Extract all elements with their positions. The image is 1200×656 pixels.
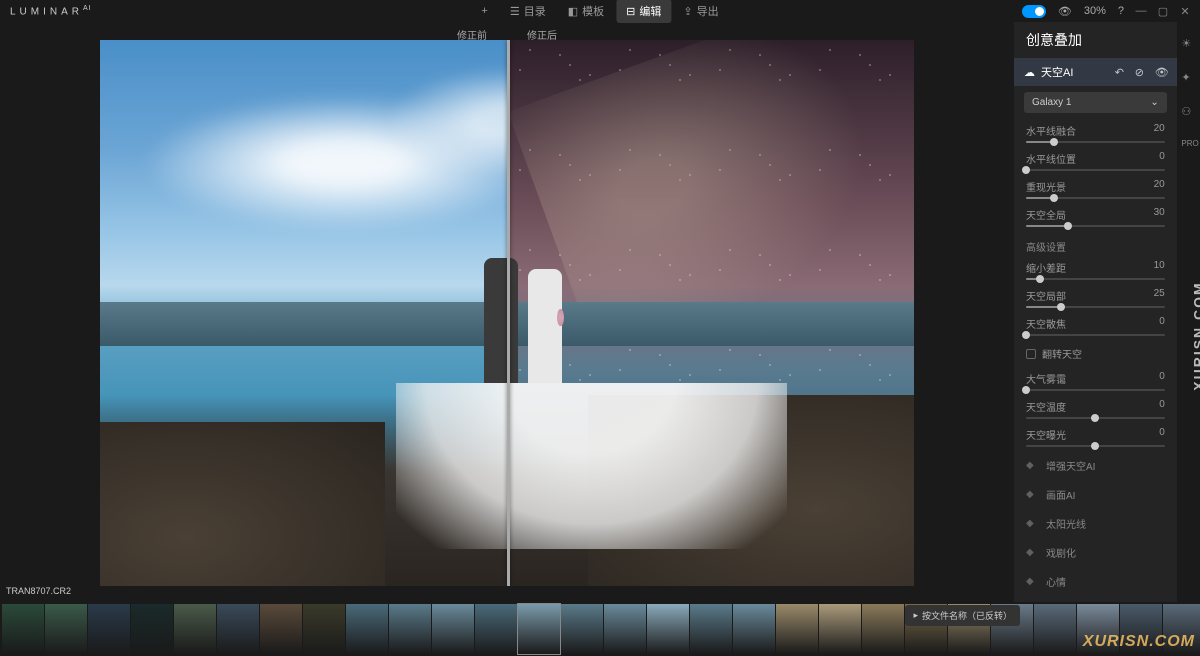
slider-天空局部[interactable]: 天空局部25 [1014, 284, 1177, 312]
advanced-label: 高级设置 [1014, 231, 1177, 256]
thumbnail[interactable] [1034, 604, 1076, 654]
thumbnail[interactable] [88, 604, 130, 654]
compare-toggle[interactable] [1022, 5, 1046, 18]
reset-icon[interactable]: ⊘ [1135, 66, 1147, 78]
slider-天空全局[interactable]: 天空全局30 [1014, 203, 1177, 231]
slider-天空温度[interactable]: 天空温度0 [1014, 395, 1177, 423]
app-logo: LUMINARAI [10, 5, 92, 17]
preview-image[interactable] [100, 40, 914, 586]
thumbnail[interactable] [2, 604, 44, 654]
slider-重现光景[interactable]: 重现光景20 [1014, 175, 1177, 203]
thumbnail[interactable] [518, 604, 560, 654]
catalog-tab[interactable]: ☰目录 [500, 0, 556, 23]
add-button[interactable]: + [471, 0, 497, 23]
thumbnail[interactable] [561, 604, 603, 654]
slider-水平线融合[interactable]: 水平线融合20 [1014, 119, 1177, 147]
slider-天空曝光[interactable]: 天空曝光0 [1014, 423, 1177, 451]
watermark-side: XURISN.COM [1190, 281, 1200, 390]
title-bar: LUMINARAI + ☰目录 ◧模板 ⊟编辑 ⇪导出 👁 30% ? — ▢ … [0, 0, 1200, 22]
slider-水平线位置[interactable]: 水平线位置0 [1014, 147, 1177, 175]
thumbnail[interactable] [45, 604, 87, 654]
chevron-icon: ⌄ [1150, 97, 1158, 108]
thumbnail[interactable] [733, 604, 775, 654]
slider-缩小差距[interactable]: 缩小差距10 [1014, 256, 1177, 284]
sparkle-icon[interactable]: ✦ [1181, 71, 1195, 85]
tool-心情[interactable]: ◆心情 [1014, 567, 1177, 596]
thumbnail[interactable] [432, 604, 474, 654]
person-icon[interactable]: ⚇ [1181, 105, 1195, 119]
close-icon[interactable]: ✕ [1180, 6, 1190, 16]
sort-button[interactable]: ▸按文件名称（已反转） [905, 605, 1020, 626]
tool-画面AI[interactable]: ◆画面AI [1014, 480, 1177, 509]
tool-调色[interactable]: ◆调色 [1014, 596, 1177, 602]
thumbnail[interactable] [174, 604, 216, 654]
top-navigation: + ☰目录 ◧模板 ⊟编辑 ⇪导出 [471, 0, 728, 23]
sky-preset-dropdown[interactable]: Galaxy 1⌄ [1024, 92, 1167, 113]
export-tab[interactable]: ⇪导出 [673, 0, 728, 23]
eye-icon[interactable]: 👁 [1155, 66, 1167, 78]
sun-icon[interactable]: ☀ [1181, 37, 1195, 51]
thumbnail[interactable] [475, 604, 517, 654]
thumbnail[interactable] [131, 604, 173, 654]
undo-icon[interactable]: ↶ [1115, 66, 1127, 78]
slider-天空散焦[interactable]: 天空散焦0 [1014, 312, 1177, 340]
edit-tab[interactable]: ⊟编辑 [616, 0, 671, 23]
thumbnail[interactable] [260, 604, 302, 654]
zoom-level[interactable]: 30% [1084, 5, 1106, 17]
thumbnail[interactable] [647, 604, 689, 654]
top-right-controls: 👁 30% ? — ▢ ✕ [1022, 5, 1190, 18]
maximize-icon[interactable]: ▢ [1158, 6, 1168, 16]
canvas-area: 修正前 修正后 [0, 22, 1014, 602]
tool-增强天空AI[interactable]: ◆增强天空AI [1014, 451, 1177, 480]
sky-group-header[interactable]: ☁天空AI ↶ ⊘ 👁 [1014, 58, 1177, 86]
thumbnail[interactable] [819, 604, 861, 654]
filmstrip[interactable] [0, 602, 1200, 656]
eye-icon[interactable]: 👁 [1058, 5, 1072, 18]
compare-divider[interactable] [507, 40, 510, 586]
flip-sky-checkbox[interactable]: 翻转天空 [1014, 340, 1177, 367]
filename-label: TRAN8707.CR2 [6, 586, 71, 596]
tool-太阳光线[interactable]: ◆太阳光线 [1014, 509, 1177, 538]
thumbnail[interactable] [690, 604, 732, 654]
thumbnail[interactable] [303, 604, 345, 654]
thumbnail[interactable] [389, 604, 431, 654]
pro-label[interactable]: PRO [1181, 139, 1195, 153]
templates-tab[interactable]: ◧模板 [558, 0, 614, 23]
slider-大气雾霭[interactable]: 大气雾霭0 [1014, 367, 1177, 395]
help-icon[interactable]: ? [1118, 5, 1124, 17]
tool-戏剧化[interactable]: ◆戏剧化 [1014, 538, 1177, 567]
thumbnail[interactable] [346, 604, 388, 654]
thumbnail[interactable] [217, 604, 259, 654]
watermark-corner: XURISN.COM [1083, 633, 1195, 651]
edit-sidebar: 创意叠加 ☁天空AI ↶ ⊘ 👁 Galaxy 1⌄ 水平线融合20 水平线位置… [1014, 22, 1177, 602]
thumbnail[interactable] [862, 604, 904, 654]
panel-title: 创意叠加 [1014, 22, 1177, 58]
cloud-icon: ☁ [1024, 66, 1035, 79]
minimize-icon[interactable]: — [1136, 6, 1146, 16]
thumbnail[interactable] [776, 604, 818, 654]
thumbnail[interactable] [604, 604, 646, 654]
